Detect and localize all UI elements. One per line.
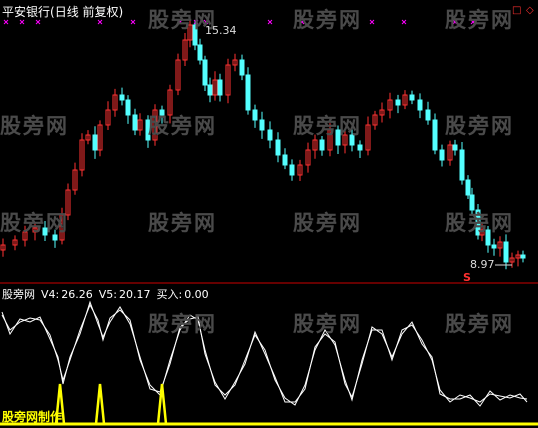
v4-value: 26.26 [61,288,93,301]
candle-body [132,114,138,131]
low-price-label: 8.97 [470,258,495,271]
watermark: 股旁网 [0,114,69,138]
candle-body [409,94,415,101]
indicator-title: 股旁网 V4: 26.26 V5: 20.17 买入: 0.00 [2,286,215,302]
candle-body [252,109,258,121]
stock-name: 平安银行 [2,5,51,19]
candle-body [417,99,423,111]
candle-body [245,74,251,111]
candle-body [452,144,458,151]
cross-marker [97,19,103,25]
cross-marker [35,19,41,25]
candle-body [267,129,273,141]
buy-value: 0.00 [184,288,209,301]
cross-marker [267,19,273,25]
candle-body [92,134,98,151]
stock-chart-window: { "header": { "stock_name": "平安银行", "per… [0,0,538,428]
candle-body [197,44,203,61]
period-label: (日线 前复权) [50,5,124,19]
candle-body [439,149,445,161]
buy-signal-spike [94,383,106,425]
cross-marker [3,19,9,25]
watermark: 股旁网 [445,8,514,32]
buy-label: 买入: [156,288,183,301]
watermark: 股旁网 [445,211,514,235]
candle-body [259,119,265,131]
watermark: 股旁网 [148,114,217,138]
buy-signal-spike [156,383,168,425]
candle-body [282,154,288,166]
indicator-name: 股旁网 [2,288,35,301]
cross-marker [19,19,25,25]
candle-body [239,59,245,76]
candle-body [459,149,465,181]
candle-body [425,109,431,121]
candle-body [395,99,401,106]
watermark: 股旁网 [293,8,362,32]
high-price-label: 15.34 [205,24,237,37]
candle-body [491,244,497,249]
candle-body [125,99,131,116]
candle-body [275,139,281,156]
watermark: 股旁网 [445,114,514,138]
v5-value: 20.17 [118,288,151,301]
candle-body [520,254,526,259]
watermark: 股旁网 [148,312,217,336]
candle-body [465,179,471,196]
watermark: 股旁网 [445,312,514,336]
watermark: 股旁网 [293,211,362,235]
candle-body [289,164,295,176]
cross-marker [369,19,375,25]
candle-body [319,139,325,151]
watermark: 股旁网 [293,114,362,138]
cross-marker [401,19,407,25]
footer-text: 股旁网制作 [2,410,63,424]
candle-body [217,79,223,96]
diamond-icon[interactable]: ◇ [526,5,534,16]
chart-title: 平安银行(日线 前复权) [2,3,123,20]
watermark: 股旁网 [148,211,217,235]
watermark: 股旁网 [0,211,69,235]
v5-label: V5: [98,288,117,301]
candle-body [503,241,509,263]
watermark: 股旁网 [293,312,362,336]
candle-body [357,144,363,151]
candle-body [119,94,125,101]
candle-body [202,59,208,86]
sell-signal-label: S [463,271,471,284]
v4-label: V4: [41,288,60,301]
cross-marker [130,19,136,25]
candle-body [432,119,438,151]
candle-body [207,84,213,96]
